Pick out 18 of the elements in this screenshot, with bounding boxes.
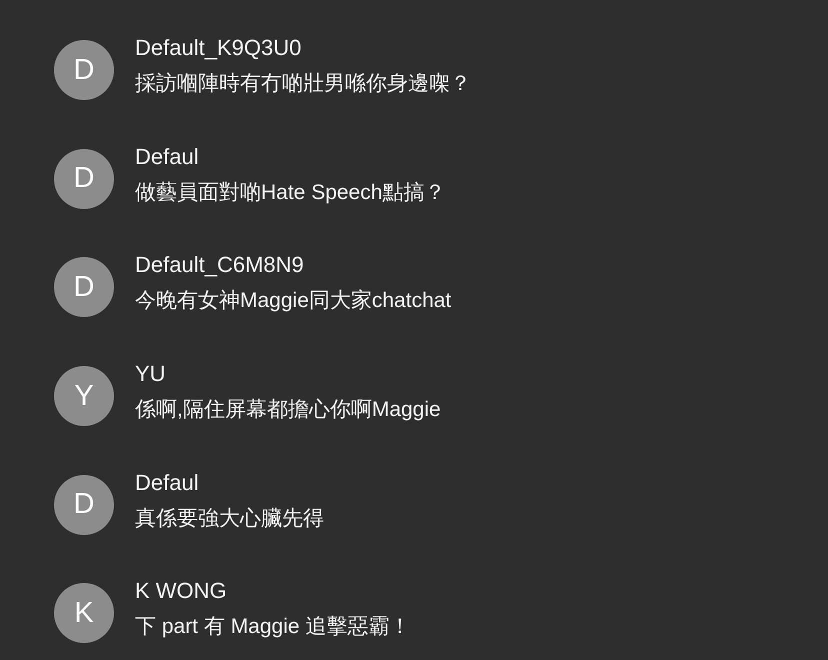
user-name: K WONG: [135, 578, 228, 604]
user-name: Default_C6M8N9: [135, 252, 305, 278]
chat-message: 真係要強大心臟先得: [135, 506, 324, 532]
chat-message: 今晚有女神Maggie同大家chatchat: [135, 288, 452, 314]
avatar: Y: [54, 366, 114, 426]
user-name: YU: [135, 361, 167, 388]
user-name: Defaul: [135, 144, 200, 170]
chat-message: 採訪嗰陣時有冇啲壯男喺你身邊㗎？: [135, 71, 471, 98]
avatar: D: [54, 148, 114, 209]
avatar: D: [54, 40, 114, 100]
chat-message: 做藝員面對啲Hate Speech點搞？: [135, 180, 446, 206]
avatar: K: [54, 583, 114, 644]
chat-message: 下 part 有 Maggie 追擊惡霸！: [135, 614, 410, 640]
chat-message: 係啊,隔住屏幕都擔心你啊Maggie: [135, 397, 441, 424]
avatar: D: [54, 257, 114, 318]
user-name: Defaul: [135, 470, 200, 496]
user-name: Default_K9Q3U0: [135, 35, 302, 62]
avatar: D: [54, 474, 114, 535]
